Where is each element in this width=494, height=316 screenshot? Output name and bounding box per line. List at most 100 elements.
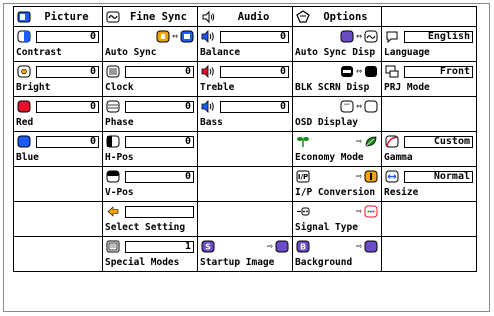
toggle-arrow-icon: ⇔ xyxy=(355,65,362,77)
prj-mode-label: PRJ Mode xyxy=(384,82,430,93)
contrast-label: Contrast xyxy=(16,47,62,58)
phase-icon xyxy=(106,100,120,113)
language-label: Language xyxy=(384,47,430,58)
osd-display-item[interactable]: "” ⇔ OSD Display xyxy=(293,97,382,132)
special-modes-value: 1 xyxy=(125,240,194,253)
phase-label: Phase xyxy=(105,117,134,128)
osd-off-icon xyxy=(364,100,378,113)
auto-sync-disp-label: Auto Sync Disp xyxy=(295,47,376,58)
speaker-icon xyxy=(202,10,215,23)
blk-scrn-on-icon xyxy=(340,66,353,77)
prj-mode-value: Front xyxy=(404,65,473,78)
bass-speaker-icon xyxy=(201,100,214,113)
blk-scrn-disp-item[interactable]: ⇔ BLK SCRN Disp xyxy=(293,62,382,97)
v-pos-label: V-Pos xyxy=(105,187,134,198)
h-pos-label: H-Pos xyxy=(105,152,134,163)
blue-item[interactable]: 0 Blue xyxy=(14,132,103,167)
auto-sync-disp-item[interactable]: ⇔ Auto Sync Disp xyxy=(293,27,382,62)
treble-label: Treble xyxy=(200,82,235,93)
ip-conversion-label: I/P Conversion xyxy=(295,187,376,198)
tab-audio[interactable]: Audio xyxy=(198,7,293,27)
tab-fine-sync[interactable]: Fine Sync xyxy=(103,7,198,27)
resize-icon xyxy=(385,170,399,183)
treble-speaker-icon xyxy=(201,65,214,78)
special-modes-label: Special Modes xyxy=(105,257,180,268)
economy-mode-item[interactable]: ⇨ Economy Mode xyxy=(293,132,382,167)
empty-cell xyxy=(198,132,293,167)
clock-label: Clock xyxy=(105,82,134,93)
resize-item[interactable]: Normal Resize xyxy=(382,167,477,202)
arrow-right-icon: ⇨ xyxy=(355,240,362,252)
menu-grid: Picture Fine Sync Audio Options 0 Contra… xyxy=(13,6,477,272)
red-value: 0 xyxy=(36,100,99,113)
auto-sync-disp-off-icon xyxy=(364,30,378,43)
svg-text:"”: "” xyxy=(344,103,350,110)
arrow-right-icon: ⇨ xyxy=(355,170,362,182)
bright-item[interactable]: 0 Bright xyxy=(14,62,103,97)
startup-image-icon: S xyxy=(201,240,215,253)
background-item[interactable]: B ⇨ Background xyxy=(293,237,382,272)
h-pos-value: 0 xyxy=(125,135,194,148)
brightness-icon xyxy=(17,65,31,78)
empty-cell xyxy=(198,202,293,237)
gamma-label: Gamma xyxy=(384,152,413,163)
signal-type-item[interactable]: ⇨ Signal Type xyxy=(293,202,382,237)
bass-item[interactable]: 0 Bass xyxy=(198,97,293,132)
startup-image-item[interactable]: S ⇨ Startup Image xyxy=(198,237,293,272)
h-pos-item[interactable]: 0 H-Pos xyxy=(103,132,198,167)
resize-label: Resize xyxy=(384,187,419,198)
prj-mode-item[interactable]: Front PRJ Mode xyxy=(382,62,477,97)
auto-sync-off-icon xyxy=(156,30,170,43)
leaf-icon xyxy=(365,136,377,147)
v-pos-item[interactable]: 0 V-Pos xyxy=(103,167,198,202)
tab-options[interactable]: Options xyxy=(293,7,382,27)
blk-scrn-off-icon xyxy=(365,66,377,77)
tab-picture[interactable]: Picture xyxy=(14,7,103,27)
empty-cell xyxy=(382,237,477,272)
signal-mode-icon xyxy=(364,205,378,218)
red-item[interactable]: 0 Red xyxy=(14,97,103,132)
select-setting-label: Select Setting xyxy=(105,222,186,233)
empty-cell xyxy=(382,97,477,132)
fine-sync-icon xyxy=(106,11,120,22)
osd-display-label: OSD Display xyxy=(295,117,358,128)
contrast-icon xyxy=(17,30,31,43)
empty-cell xyxy=(198,167,293,202)
clock-value: 0 xyxy=(125,65,194,78)
select-setting-value xyxy=(125,205,194,218)
toggle-arrow-icon: ⇔ xyxy=(171,30,178,42)
treble-item[interactable]: 0 Treble xyxy=(198,62,293,97)
select-setting-item[interactable]: Select Setting xyxy=(103,202,198,237)
empty-cell xyxy=(14,167,103,202)
tab-options-label: Options xyxy=(323,10,368,23)
clock-icon xyxy=(106,65,120,78)
select-setting-icon xyxy=(107,206,119,217)
phase-item[interactable]: 0 Phase xyxy=(103,97,198,132)
toggle-arrow-icon: ⇔ xyxy=(355,30,362,42)
options-icon xyxy=(296,9,310,23)
ip-conversion-item[interactable]: I/P ⇨ I/P Conversion xyxy=(293,167,382,202)
signal-type-icon xyxy=(297,207,310,216)
contrast-item[interactable]: 0 Contrast xyxy=(14,27,103,62)
red-color-icon xyxy=(17,100,31,113)
background-mode-icon xyxy=(364,240,378,253)
auto-sync-disp-on-icon xyxy=(340,30,354,43)
gamma-item[interactable]: Custom Gamma xyxy=(382,132,477,167)
ip-icon: I/P xyxy=(296,170,310,183)
tab-audio-label: Audio xyxy=(237,10,270,23)
blue-label: Blue xyxy=(16,152,39,163)
clock-item[interactable]: 0 Clock xyxy=(103,62,198,97)
balance-item[interactable]: 0 Balance xyxy=(198,27,293,62)
eco-plant-icon xyxy=(297,137,309,147)
arrow-right-icon: ⇨ xyxy=(266,240,273,252)
picture-icon xyxy=(17,11,31,22)
osd-on-icon: "” xyxy=(340,100,354,113)
bright-label: Bright xyxy=(16,82,51,93)
auto-sync-item[interactable]: ⇔ Auto Sync xyxy=(103,27,198,62)
tab-picture-label: Picture xyxy=(44,10,89,23)
resize-value: Normal xyxy=(404,170,473,183)
language-item[interactable]: English Language xyxy=(382,27,477,62)
special-modes-icon xyxy=(106,240,120,253)
special-modes-item[interactable]: 1 Special Modes xyxy=(103,237,198,272)
svg-text:I/P: I/P xyxy=(298,173,308,181)
